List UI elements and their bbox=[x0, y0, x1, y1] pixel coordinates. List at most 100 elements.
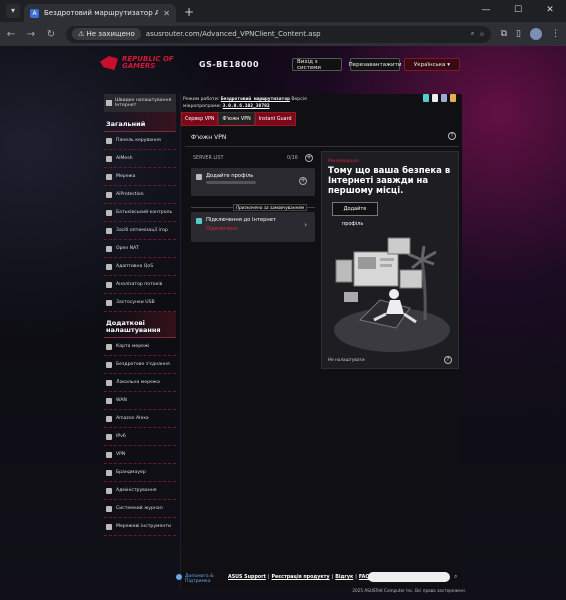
sidebar-item[interactable]: AiMesh bbox=[104, 150, 176, 168]
maximize-icon[interactable]: ☐ bbox=[502, 0, 534, 22]
chevron-right-icon[interactable]: › bbox=[304, 221, 307, 229]
sidebar-item-label: Open NAT bbox=[116, 246, 139, 251]
status-block: Режим роботи: Бездротовий маршрутизатор … bbox=[183, 96, 307, 110]
url-text: asusrouter.com/Advanced_VPNClient_Conten… bbox=[145, 30, 321, 38]
help-icon[interactable]: ? bbox=[448, 132, 456, 140]
logout-button[interactable]: Вихід з системи bbox=[292, 58, 342, 71]
server-count: 0/16 bbox=[287, 156, 298, 161]
wand-icon bbox=[106, 100, 112, 106]
menu-item-icon bbox=[106, 137, 112, 144]
extensions-icon[interactable]: ⧉ bbox=[501, 29, 507, 39]
language-select[interactable]: Українська ▾ bbox=[404, 58, 460, 71]
reboot-button[interactable]: Перезавантажити bbox=[349, 58, 401, 71]
zoom-icon[interactable]: ⌕ bbox=[471, 30, 474, 38]
tab-title: Бездротовий маршрутизатор A bbox=[44, 9, 159, 17]
sidebar-item-label: IPv6 bbox=[116, 434, 126, 439]
sidebar-item[interactable]: Застосунки USB bbox=[104, 294, 176, 312]
sidebar-item[interactable]: Брандмауер bbox=[104, 464, 176, 482]
tab-instant-guard[interactable]: Instant Guard bbox=[254, 112, 296, 126]
menu-kebab-icon[interactable]: ⋮ bbox=[551, 29, 560, 39]
search-icon[interactable]: ⌕ bbox=[454, 573, 462, 581]
sidebar: Швидке налаштування Інтернет Загальний П… bbox=[104, 94, 176, 536]
window-controls: — ☐ ✕ bbox=[470, 0, 566, 22]
promo-tag: Рекомендація bbox=[328, 158, 359, 163]
not-secure-badge[interactable]: ⚠ Не захищено bbox=[72, 28, 141, 40]
mode-value[interactable]: Бездротовий маршрутизатор bbox=[221, 97, 290, 102]
vpn-illustration bbox=[334, 237, 450, 352]
promo-add-button[interactable]: Додайте bbox=[332, 202, 378, 216]
browser-tab[interactable]: A Бездротовий маршрутизатор A ✕ bbox=[24, 4, 176, 22]
sidebar-item[interactable]: Мережеві інструменти bbox=[104, 518, 176, 536]
guest-status-icon[interactable] bbox=[441, 94, 447, 102]
network-status-icon[interactable] bbox=[423, 94, 429, 102]
sidebar-item[interactable]: Карта мережі bbox=[104, 338, 176, 356]
tab-vpn-server[interactable]: Сервер VPN bbox=[181, 112, 219, 126]
globe-icon bbox=[196, 218, 202, 224]
usb-status-icon[interactable] bbox=[432, 94, 438, 102]
sidebar-item[interactable]: Системний журнал bbox=[104, 500, 176, 518]
sidebar-item[interactable]: Панель керування bbox=[104, 132, 176, 150]
sidebar-item[interactable]: Open NAT bbox=[104, 240, 176, 258]
footer-search-input[interactable] bbox=[368, 572, 450, 582]
sidebar-item[interactable]: AiProtection bbox=[104, 186, 176, 204]
sidebar-item-label: Системний журнал bbox=[116, 506, 163, 511]
placeholder-bar bbox=[206, 181, 256, 184]
firmware-label: мікропрограми: bbox=[183, 104, 222, 109]
default-badge: Призначено за замовчуванням bbox=[233, 204, 307, 211]
menu-item-icon bbox=[106, 281, 112, 288]
help-support-link[interactable]: Допомога & Підтримка bbox=[176, 574, 223, 584]
sidebar-item[interactable]: IPv6 bbox=[104, 428, 176, 446]
sidebar-item-label: Брандмауер bbox=[116, 470, 146, 475]
add-profile-card[interactable]: Додайте профіль + bbox=[191, 168, 315, 196]
model-name: GS-BE18000 bbox=[199, 60, 260, 69]
promo-footer[interactable]: Не налаштувати bbox=[328, 357, 365, 362]
sidebar-item[interactable]: Локальна мережа bbox=[104, 374, 176, 392]
bookmark-star-icon[interactable]: ☆ bbox=[479, 31, 484, 38]
menu-item-icon bbox=[106, 361, 112, 368]
firmware-value[interactable]: 3.0.0.6.102_38782 bbox=[223, 104, 270, 109]
top-status-icons bbox=[423, 94, 456, 102]
forward-icon[interactable]: → bbox=[26, 29, 36, 40]
promo-help-icon[interactable]: ? bbox=[444, 356, 452, 364]
tab-fusion-vpn[interactable]: Ф'южн VPN bbox=[218, 112, 255, 126]
reload-icon[interactable]: ↻ bbox=[46, 29, 56, 40]
sidepanel-icon[interactable]: ▯ bbox=[516, 29, 521, 39]
sidebar-item[interactable]: VPN bbox=[104, 446, 176, 464]
sidebar-item[interactable]: Адаптивна QoS bbox=[104, 258, 176, 276]
notification-icon[interactable] bbox=[450, 94, 456, 102]
footer-link-registration[interactable]: Реєстрація продукту bbox=[272, 575, 330, 580]
url-field[interactable]: ⚠ Не захищено asusrouter.com/Advanced_VP… bbox=[66, 25, 491, 43]
sidebar-item[interactable]: WAN bbox=[104, 392, 176, 410]
profile-avatar[interactable] bbox=[530, 28, 542, 40]
new-tab-icon[interactable]: + bbox=[184, 5, 194, 19]
footer-link-support[interactable]: ASUS Support bbox=[228, 575, 266, 580]
rog-logo: REPUBLIC OF GAMERS bbox=[100, 56, 192, 70]
tab-search-icon[interactable]: ▾ bbox=[6, 4, 20, 18]
close-tab-icon[interactable]: ✕ bbox=[163, 9, 170, 18]
sidebar-item[interactable]: Засіб оптимізації ігор bbox=[104, 222, 176, 240]
divider bbox=[185, 146, 459, 147]
sidebar-item[interactable]: Аналізатор потоків bbox=[104, 276, 176, 294]
minimize-icon[interactable]: — bbox=[470, 0, 502, 22]
internet-connection-card[interactable]: Підключення до Інтернет Підключено › bbox=[191, 212, 315, 242]
sidebar-item-label: AiProtection bbox=[116, 192, 144, 197]
sidebar-item[interactable]: Адміністрування bbox=[104, 482, 176, 500]
sidebar-item[interactable]: Батьківський контроль bbox=[104, 204, 176, 222]
asus-favicon-icon: A bbox=[30, 8, 39, 18]
sidebar-item[interactable]: Amazon Alexa bbox=[104, 410, 176, 428]
server-list-label: SERVER LIST bbox=[193, 156, 224, 161]
menu-item-icon bbox=[106, 415, 112, 422]
sidebar-item[interactable]: Бездротове з'єднання bbox=[104, 356, 176, 374]
footer-link-feedback[interactable]: Відгук bbox=[335, 575, 353, 580]
help-icon bbox=[176, 574, 182, 580]
sidebar-item[interactable]: Мережа bbox=[104, 168, 176, 186]
profile-icon bbox=[196, 174, 202, 180]
add-server-icon[interactable]: + bbox=[305, 154, 313, 162]
address-bar-row: ← → ↻ ⚠ Не захищено asusrouter.com/Advan… bbox=[0, 22, 566, 46]
back-icon[interactable]: ← bbox=[6, 29, 16, 40]
sidebar-quick-setup[interactable]: Швидке налаштування Інтернет bbox=[104, 94, 176, 112]
vpn-tabs: Сервер VPN Ф'южн VPN Instant Guard bbox=[181, 112, 296, 126]
add-profile-plus-icon[interactable]: + bbox=[299, 177, 307, 185]
close-window-icon[interactable]: ✕ bbox=[534, 0, 566, 22]
connection-status: Підключено bbox=[206, 226, 238, 232]
